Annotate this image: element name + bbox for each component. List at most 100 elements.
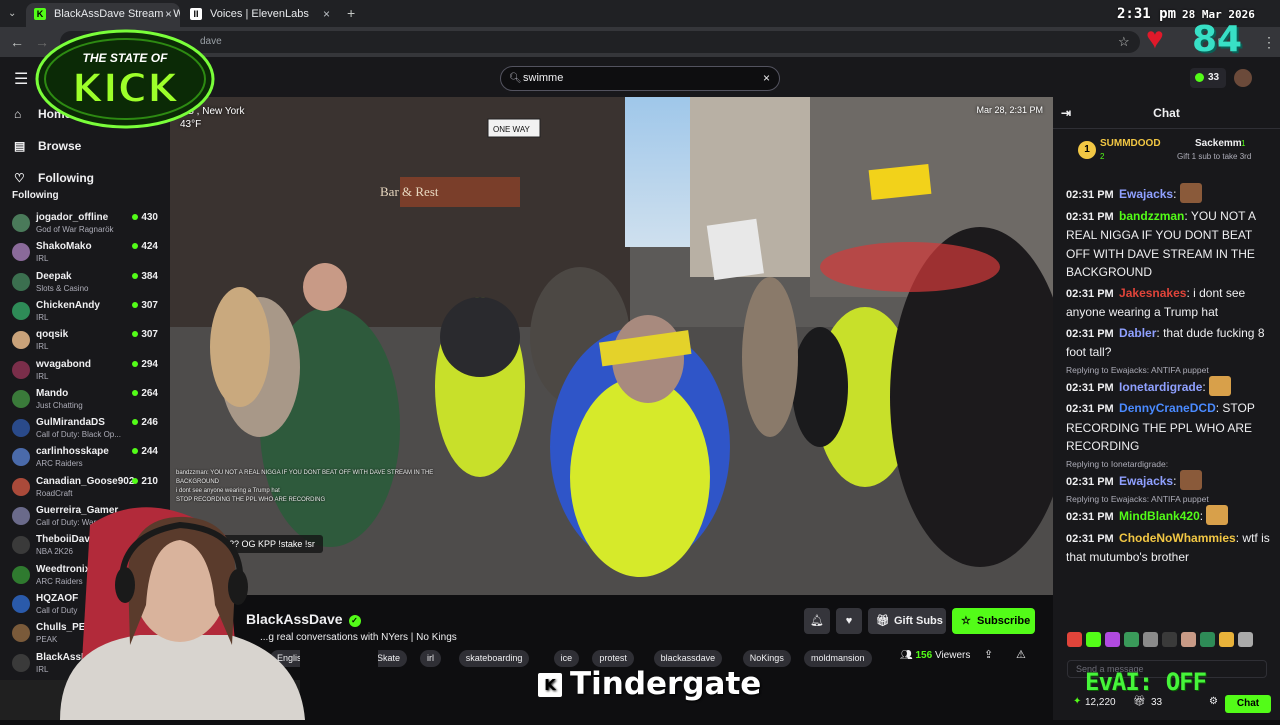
channel-viewers: 424: [132, 241, 158, 252]
chat-message: 02:31 PM Ionetardigrade:: [1066, 375, 1276, 398]
tab-search-icon[interactable]: ⌄: [8, 6, 16, 22]
kick-favicon-icon: K: [34, 8, 46, 20]
following-item[interactable]: wvagabond IRL 294: [12, 357, 162, 386]
stream-tag[interactable]: irl: [420, 650, 441, 667]
back-icon[interactable]: ←: [10, 34, 24, 50]
stream-tag[interactable]: protest: [592, 650, 634, 667]
following-item[interactable]: GulMirandaDS Call of Duty: Black Op... 246: [12, 415, 162, 444]
message-time: 02:31 PM: [1066, 189, 1114, 201]
stream-tag[interactable]: moldmansion: [804, 650, 872, 667]
channel-avatar: [12, 419, 30, 438]
following-heading: Following: [12, 190, 59, 201]
search-input[interactable]: 🔍︎ swimme ×: [500, 66, 780, 91]
report-icon[interactable]: ⚠: [1016, 648, 1026, 661]
close-tab-icon[interactable]: ×: [165, 3, 172, 25]
channel-viewers: 307: [132, 329, 158, 340]
send-chat-button[interactable]: Chat: [1225, 695, 1271, 713]
channel-category: IRL: [36, 371, 49, 381]
message-username[interactable]: Ionetardigrade: [1119, 380, 1202, 394]
video-timestamp: Mar 28, 2:31 PM: [976, 105, 1043, 115]
close-tab-icon[interactable]: ×: [323, 3, 330, 25]
follow-heart-button[interactable]: ♥: [836, 608, 862, 634]
new-tab-button[interactable]: +: [347, 5, 355, 21]
leader-1-count: 2: [1100, 152, 1105, 161]
emote-icon: [1206, 505, 1229, 525]
chat-message: 02:31 PM DennyCraneDCD: STOP RECORDING T…: [1066, 401, 1255, 453]
following-item[interactable]: ChickenAndy IRL 307: [12, 298, 162, 327]
star-icon: ☆: [961, 615, 971, 627]
user-avatar[interactable]: [1234, 69, 1252, 87]
browse-icon: ▤: [14, 139, 26, 153]
hamburger-menu-icon[interactable]: ☰: [14, 69, 28, 89]
emote-icon[interactable]: [1238, 632, 1253, 647]
emote-icon: [1179, 183, 1202, 203]
footer-points: 12,220: [1085, 697, 1116, 708]
points-badge[interactable]: 33: [1190, 68, 1226, 88]
tab-title: Voices | ElevenLabs: [210, 8, 309, 20]
following-item[interactable]: carlinhosskape ARC Raiders 244: [12, 444, 162, 473]
tab-title: BlackAssDave Stream - Wat: [54, 8, 180, 20]
gift-icon: 🎁︎: [876, 615, 890, 627]
stream-tag[interactable]: ice: [553, 650, 580, 667]
chat-message: 02:31 PM Dabler: that dude fucking 8 foo…: [1066, 325, 1265, 360]
message-username[interactable]: MindBlank420: [1119, 509, 1200, 523]
emote-icon[interactable]: [1086, 632, 1101, 647]
live-dot-icon: [132, 389, 139, 396]
emote-icon[interactable]: [1200, 632, 1215, 647]
clear-search-icon[interactable]: ×: [763, 67, 770, 90]
following-item[interactable]: Mando Just Chatting 264: [12, 386, 162, 415]
channel-name: Mando: [36, 387, 69, 399]
emote-icon[interactable]: [1162, 632, 1177, 647]
emote-icon[interactable]: [1219, 632, 1234, 647]
settings-gear-icon[interactable]: ⚙: [1209, 696, 1218, 707]
emote-icon[interactable]: [1067, 632, 1082, 647]
bookmark-star-icon[interactable]: ☆: [1118, 34, 1130, 50]
emote-icon[interactable]: [1105, 632, 1120, 647]
emote-icon[interactable]: [1181, 632, 1196, 647]
message-username[interactable]: Dabler: [1119, 326, 1156, 340]
leader-1-name[interactable]: SUMMDOOD: [1100, 138, 1161, 149]
message-username[interactable]: Jakesnakes: [1119, 286, 1186, 300]
channel-category: IRL: [36, 312, 49, 322]
search-icon: 🔍︎: [509, 73, 522, 84]
following-item[interactable]: Deepak Slots & Casino 384: [12, 269, 162, 298]
channel-name: wvagabond: [36, 358, 92, 370]
url-bar[interactable]: dave: [60, 31, 1140, 53]
stream-tag[interactable]: blackassdave: [653, 650, 723, 667]
channel-name: ChickenAndy: [36, 299, 100, 311]
message-username[interactable]: Ewajacks: [1119, 187, 1173, 201]
channel-name: jogador_offline: [36, 212, 109, 223]
stream-tag[interactable]: skateboarding: [458, 650, 530, 667]
channel-category: Just Chatting: [36, 400, 83, 410]
nav-browse[interactable]: ▤ Browse: [14, 139, 81, 153]
chat-footer: ✦ 12,220 🎁︎ 33 ⚙ Chat: [1053, 695, 1280, 720]
nav-following[interactable]: ♡ Following: [14, 171, 94, 185]
overlay-chat-line: bandzzman: YOU NOT A REAL NIGGA IF YOU D…: [176, 470, 434, 476]
gift-icon: 🎁︎: [1133, 696, 1146, 707]
following-item[interactable]: ShakoMako IRL 424: [12, 239, 162, 268]
gift-subs-button[interactable]: 🎁︎ Gift Subs: [868, 608, 946, 634]
live-dot-icon: [132, 448, 139, 455]
message-username[interactable]: ChodeNoWhammies: [1119, 531, 1236, 545]
message-time: 02:31 PM: [1066, 511, 1114, 523]
subscribe-button[interactable]: ☆ Subscribe: [952, 608, 1035, 634]
channel-viewers: 430: [132, 212, 158, 223]
emote-icon[interactable]: [1124, 632, 1139, 647]
chrome-menu-icon[interactable]: ⋮: [1262, 34, 1276, 50]
svg-text:THE STATE OF: THE STATE OF: [83, 51, 169, 65]
collapse-chat-icon[interactable]: ⇥: [1061, 97, 1071, 129]
channel-avatar: [12, 360, 30, 379]
message-time: 02:31 PM: [1066, 327, 1114, 340]
message-username[interactable]: Ewajacks: [1119, 474, 1173, 488]
following-item[interactable]: qoqsik IRL 307: [12, 327, 162, 356]
message-username[interactable]: bandzzman: [1119, 209, 1184, 223]
notification-bell-button[interactable]: 🔔︎: [804, 608, 830, 634]
following-item[interactable]: jogador_offline God of War Ragnarök 430: [12, 210, 162, 239]
leader-2-name[interactable]: Sackemm: [1195, 138, 1242, 149]
emote-icon[interactable]: [1143, 632, 1158, 647]
stream-tag[interactable]: NoKings: [742, 650, 791, 667]
channel-name: GulMirandaDS: [36, 417, 105, 429]
share-icon[interactable]: ⇪: [984, 648, 993, 661]
message-username[interactable]: DennyCraneDCD: [1119, 401, 1216, 415]
reply-context: Replying to Ewajacks: ANTIFA puppet: [1066, 364, 1209, 375]
